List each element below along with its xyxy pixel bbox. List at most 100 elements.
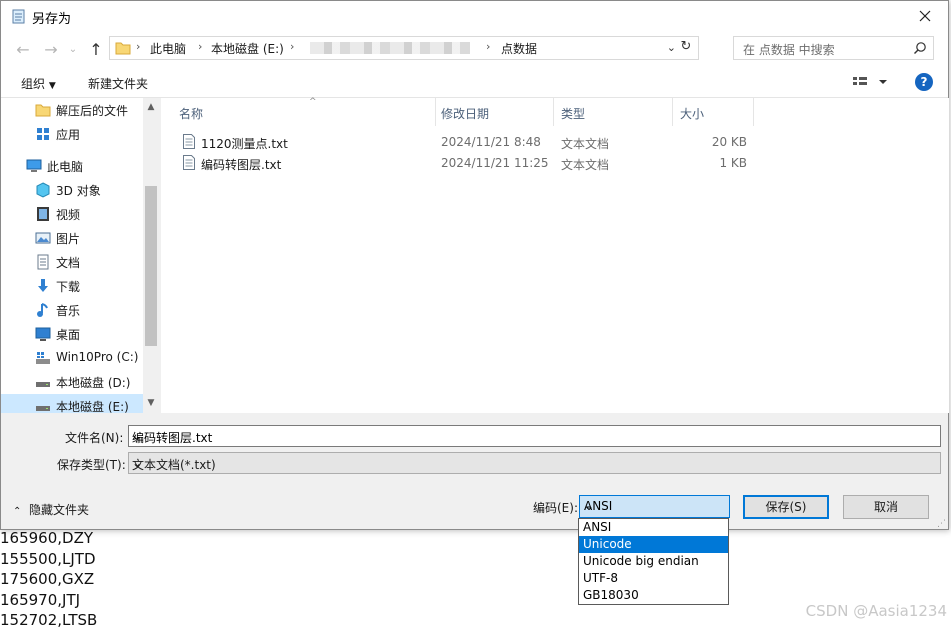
background-text-lines: 165960,DZY 155500,LJTD 175600,GXZ 165970… — [0, 528, 97, 630]
drive-icon — [36, 382, 50, 387]
breadcrumb-separator-icon: › — [486, 40, 491, 53]
sidebar-item-label: 应用 — [56, 128, 81, 142]
file-date: 2024/11/21 8:48 — [441, 135, 541, 149]
back-button[interactable]: ← — [13, 39, 33, 59]
file-size: 1 KB — [719, 156, 747, 170]
column-header-size[interactable]: 大小 — [672, 98, 754, 126]
up-button[interactable]: ↑ — [86, 39, 106, 59]
encoding-option-gb18030[interactable]: GB18030 — [579, 587, 728, 604]
drive-icon — [36, 406, 50, 411]
command-bar: 组织 ▼ 新建文件夹 ? — [1, 67, 948, 98]
sidebar-item-video[interactable]: 视频 — [1, 202, 143, 226]
video-icon — [37, 207, 49, 221]
filetype-label: 保存类型(T): — [57, 458, 126, 472]
view-options-icon[interactable] — [852, 74, 888, 90]
folder-icon — [115, 42, 131, 55]
column-header-label: 名称 — [179, 107, 204, 121]
sidebar-item-desktop[interactable]: 桌面 — [1, 322, 143, 346]
column-header-date[interactable]: 修改日期 — [433, 98, 554, 126]
breadcrumb-separator-icon: › — [290, 40, 295, 53]
hide-folders-toggle[interactable]: ⌃ 隐藏文件夹 — [13, 501, 89, 518]
sidebar-item-music[interactable]: 音乐 — [1, 298, 143, 322]
sidebar-item-label: 音乐 — [56, 304, 81, 318]
file-name: 编码转图层.txt — [201, 158, 282, 172]
save-button[interactable]: 保存(S) — [743, 495, 829, 519]
scrollbar-thumb[interactable] — [145, 186, 157, 346]
filename-row: 文件名(N): 编码转图层.txt ⌄ — [1, 425, 948, 449]
sort-ascending-icon: ^ — [309, 97, 317, 107]
sidebar-item-3d-objects[interactable]: 3D 对象 — [1, 178, 143, 202]
column-header-label: 类型 — [561, 107, 586, 121]
breadcrumb-current-folder[interactable]: 点数据 — [501, 40, 537, 57]
filename-input[interactable]: 编码转图层.txt ⌄ — [128, 425, 941, 447]
breadcrumb-drive-e[interactable]: 本地磁盘 (E:) — [211, 40, 284, 57]
scroll-up-icon[interactable]: ▲ — [145, 102, 157, 112]
nav-pane-scrollbar[interactable]: ▲ ▼ — [143, 98, 158, 413]
up-arrow-icon: ↑ — [89, 39, 103, 59]
apps-icon — [37, 128, 49, 140]
forward-button[interactable]: → — [41, 39, 61, 59]
encoding-option-ansi[interactable]: ANSI — [579, 519, 728, 536]
chevron-down-icon: ⌄ — [584, 499, 595, 513]
address-bar[interactable]: › 此电脑 › 本地磁盘 (E:) › › 点数据 ⌄ ↻ — [109, 36, 699, 60]
background-line: 175600,GXZ — [0, 570, 95, 588]
sidebar-item-label: Win10Pro (C:) — [56, 350, 139, 364]
sidebar-item-pictures[interactable]: 图片 — [1, 226, 143, 250]
organize-button[interactable]: 组织 ▼ — [21, 75, 56, 92]
column-header-label: 大小 — [680, 107, 705, 121]
sidebar-item-drive-d[interactable]: 本地磁盘 (D:) — [1, 370, 143, 394]
caret-down-icon: ▼ — [48, 81, 56, 91]
sidebar-item-drive-c[interactable]: Win10Pro (C:) — [1, 346, 143, 370]
close-button[interactable] — [902, 1, 948, 31]
new-folder-button[interactable]: 新建文件夹 — [88, 75, 148, 92]
column-header-label: 修改日期 — [441, 107, 490, 121]
encoding-option-utf8[interactable]: UTF-8 — [579, 570, 728, 587]
search-box[interactable]: 在 点数据 中搜索 — [733, 36, 934, 60]
notepad-icon — [12, 9, 25, 24]
documents-icon — [37, 254, 49, 270]
column-header-type[interactable]: 类型 — [553, 98, 673, 126]
sidebar-item-downloads[interactable]: 下载 — [1, 274, 143, 298]
file-type: 文本文档 — [561, 137, 610, 151]
sidebar-item-apps[interactable]: 应用 — [1, 122, 143, 146]
breadcrumb-separator-icon: › — [198, 40, 203, 53]
downloads-icon — [38, 279, 48, 292]
filetype-select[interactable]: 文本文档(*.txt) ⌄ — [128, 452, 941, 474]
encoding-dropdown-list: ANSI Unicode Unicode big endian UTF-8 GB… — [578, 518, 729, 605]
sidebar-item-label: 下载 — [56, 280, 81, 294]
file-list: 名称 ^ 修改日期 类型 大小 1120测量点.txt 2024/11/21 8… — [161, 97, 949, 413]
breadcrumb-this-pc[interactable]: 此电脑 — [150, 40, 186, 57]
cancel-button[interactable]: 取消 — [843, 495, 929, 519]
address-history-icon[interactable]: ⌄ — [667, 41, 676, 54]
recent-locations-button[interactable]: ⌄ — [63, 39, 83, 59]
file-row[interactable]: 1120测量点.txt 2024/11/21 8:48 文本文档 20 KB — [161, 132, 761, 153]
encoding-select[interactable]: ANSI ⌄ — [579, 495, 730, 518]
file-name: 1120测量点.txt — [201, 137, 288, 151]
help-icon[interactable]: ? — [915, 73, 933, 91]
file-row[interactable]: 编码转图层.txt 2024/11/21 11:25 文本文档 1 KB — [161, 153, 761, 174]
sidebar-item-label: 桌面 — [56, 328, 81, 342]
file-size: 20 KB — [711, 135, 747, 149]
file-date: 2024/11/21 11:25 — [441, 156, 549, 170]
sidebar-item-label: 解压后的文件 — [56, 104, 129, 118]
chevron-down-icon: ⌄ — [132, 456, 143, 470]
music-icon — [37, 303, 48, 317]
encoding-option-unicode-big-endian[interactable]: Unicode big endian — [579, 553, 728, 570]
pictures-icon — [35, 232, 51, 244]
column-header-name[interactable]: 名称 ^ — [171, 97, 436, 126]
caret-up-icon: ⌃ — [13, 506, 22, 517]
sidebar-item-extracted-files[interactable]: 解压后的文件 — [1, 98, 143, 122]
redacted-path — [310, 42, 470, 54]
search-icon — [914, 42, 926, 54]
sidebar-item-label: 文档 — [56, 256, 81, 270]
sidebar-item-this-pc[interactable]: 此电脑 — [1, 154, 143, 178]
sidebar-item-drive-e[interactable]: 本地磁盘 (E:) — [1, 394, 143, 413]
encoding-option-unicode[interactable]: Unicode — [579, 536, 728, 553]
chevron-down-icon[interactable]: ⌄ — [132, 429, 936, 443]
3d-objects-icon — [36, 182, 50, 198]
resize-grip-icon[interactable]: ⋰ — [937, 519, 946, 529]
scroll-down-icon[interactable]: ▼ — [145, 398, 157, 408]
hide-folders-label: 隐藏文件夹 — [29, 503, 90, 517]
refresh-icon[interactable]: ↻ — [677, 39, 695, 57]
sidebar-item-documents[interactable]: 文档 — [1, 250, 143, 274]
